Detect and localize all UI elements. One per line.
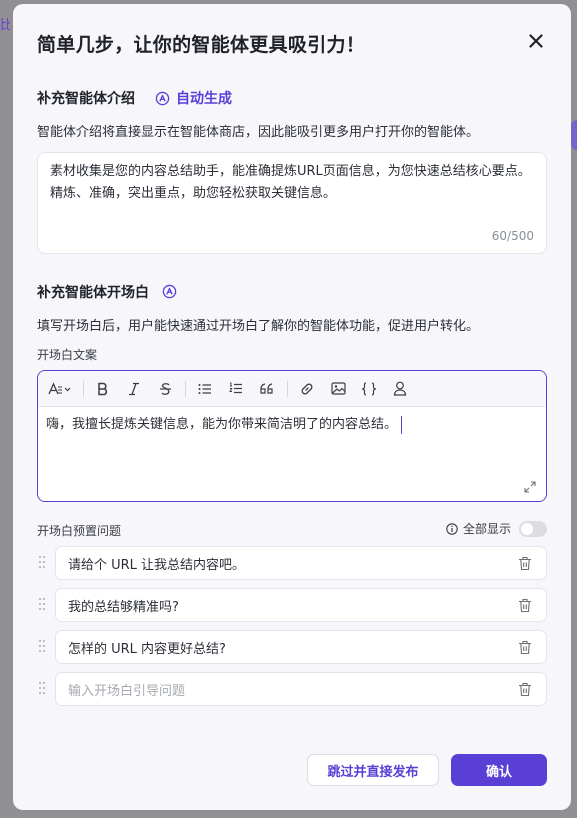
quote-icon: [260, 383, 273, 394]
code-braces-icon: [361, 381, 377, 396]
question-text: 我的总结够精准吗?: [68, 599, 179, 615]
opening-editor-content[interactable]: 嗨，我擅长提炼关键信息，能为你带来简洁明了的内容总结。: [38, 407, 546, 501]
close-icon: [529, 34, 543, 48]
modal-title: 简单几步，让你的智能体更具吸引力！: [37, 34, 366, 56]
background-accent-edge: [571, 120, 577, 150]
question-input[interactable]: 请给个 URL 让我总结内容吧。: [55, 546, 547, 580]
question-row: 我的总结够精准吗?: [37, 588, 547, 622]
ai-spark-icon: [155, 91, 170, 105]
trash-icon[interactable]: [518, 640, 532, 655]
toolbar-divider: [287, 380, 288, 397]
bullet-list-icon: [198, 383, 211, 394]
question-text: 怎样的 URL 内容更好总结?: [68, 641, 226, 657]
user-icon: [393, 381, 407, 396]
ai-spark-icon[interactable]: [162, 284, 177, 299]
onboarding-modal: 简单几步，让你的智能体更具吸引力！ 补充智能体介绍 自动生成 智能体介绍将直接显…: [13, 4, 571, 810]
question-input[interactable]: 我的总结够精准吗?: [55, 588, 547, 622]
confirm-button[interactable]: 确认: [451, 754, 547, 786]
font-size-button[interactable]: [44, 376, 76, 402]
editor-toolbar: [38, 371, 546, 407]
toolbar-divider: [185, 380, 186, 397]
background-fragment-text: 比: [0, 18, 10, 32]
italic-icon: [129, 382, 139, 395]
bold-button[interactable]: [90, 376, 116, 402]
strikethrough-icon: [159, 382, 171, 395]
code-button[interactable]: [356, 376, 382, 402]
intro-section-title: 补充智能体介绍: [37, 91, 135, 107]
link-icon: [301, 383, 313, 394]
strikethrough-button[interactable]: [152, 376, 178, 402]
image-button[interactable]: [325, 376, 351, 402]
drag-handle-icon[interactable]: [37, 681, 47, 695]
trash-icon[interactable]: [518, 598, 532, 613]
intro-textarea[interactable]: 素材收集是您的内容总结助手，能准确提炼URL页面信息，为您快速总结核心要点。精炼…: [37, 152, 547, 254]
quote-button[interactable]: [254, 376, 280, 402]
bullet-list-button[interactable]: [192, 376, 218, 402]
image-icon: [330, 382, 346, 395]
italic-button[interactable]: [121, 376, 147, 402]
auto-generate-button[interactable]: 自动生成: [155, 88, 232, 108]
question-row: 怎样的 URL 内容更好总结?: [37, 630, 547, 664]
link-button[interactable]: [294, 376, 320, 402]
bold-icon: [98, 382, 108, 395]
text-caret: [401, 415, 403, 434]
drag-handle-icon[interactable]: [37, 639, 47, 653]
trash-icon[interactable]: [518, 682, 532, 697]
drag-handle-icon[interactable]: [37, 555, 47, 569]
question-row: 输入开场白引导问题: [37, 672, 547, 706]
intro-description: 智能体介绍将直接显示在智能体商店，因此能吸引更多用户打开你的智能体。: [37, 125, 480, 140]
skip-publish-button[interactable]: 跳过并直接发布: [307, 754, 439, 786]
auto-generate-label: 自动生成: [176, 91, 232, 107]
question-input[interactable]: 怎样的 URL 内容更好总结?: [55, 630, 547, 664]
drag-handle-icon[interactable]: [37, 597, 47, 611]
opening-copy-label: 开场白文案: [37, 348, 98, 362]
font-size-icon: [48, 381, 71, 394]
numbered-list-icon: [229, 382, 242, 394]
opening-text: 嗨，我擅长提炼关键信息，能为你带来简洁明了的内容总结。: [46, 417, 398, 432]
new-question-input[interactable]: 输入开场白引导问题: [55, 672, 547, 706]
question-row: 请给个 URL 让我总结内容吧。: [37, 546, 547, 580]
info-icon: [446, 522, 458, 535]
show-all-label: 全部显示: [462, 522, 511, 536]
mention-user-button[interactable]: [387, 376, 413, 402]
show-all-control: 全部显示: [446, 520, 547, 537]
opening-rich-editor: 嗨，我擅长提炼关键信息，能为你带来简洁明了的内容总结。: [37, 370, 547, 502]
question-placeholder: 输入开场白引导问题: [68, 683, 186, 699]
toolbar-divider: [83, 380, 84, 397]
intro-text: 素材收集是您的内容总结助手，能准确提炼URL页面信息，为您快速总结核心要点。精炼…: [50, 164, 531, 201]
intro-char-count: 60/500: [491, 229, 534, 243]
expand-icon[interactable]: [524, 481, 536, 493]
questions-label: 开场白预置问题: [37, 524, 122, 538]
show-all-toggle[interactable]: [519, 520, 547, 537]
close-button[interactable]: [525, 30, 547, 52]
question-text: 请给个 URL 让我总结内容吧。: [68, 557, 246, 573]
trash-icon[interactable]: [518, 556, 532, 571]
opening-section-title: 补充智能体开场白: [37, 285, 149, 301]
numbered-list-button[interactable]: [223, 376, 249, 402]
opening-description: 填写开场白后，用户能快速通过开场白了解你的智能体功能，促进用户转化。: [37, 319, 480, 334]
